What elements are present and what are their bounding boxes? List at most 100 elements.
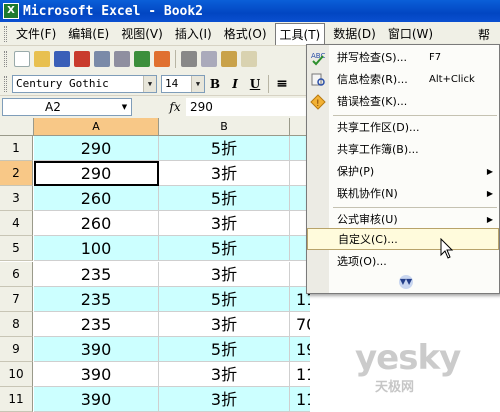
cell-b10[interactable]: 3折 — [159, 361, 290, 387]
watermark-logo: yesky — [355, 338, 461, 378]
menu-file[interactable]: 文件(F) — [12, 23, 60, 44]
chevron-down-icon[interactable]: ▼ — [191, 75, 204, 92]
menu-tools[interactable]: 工具(T) — [274, 22, 326, 45]
cell-b11[interactable]: 3折 — [159, 387, 290, 412]
chevron-double-down-icon[interactable]: ▼▼ — [399, 275, 413, 289]
row-header-3[interactable]: 3 — [0, 186, 33, 212]
menu-item-shared-workspace[interactable]: 共享工作区(D)... — [307, 117, 499, 139]
cell-a7[interactable]: 235 — [34, 286, 159, 312]
menu-item-options[interactable]: 选项(O)... — [307, 251, 499, 273]
menu-item-shortcut: Alt+Click — [429, 74, 475, 85]
menu-item-error-check[interactable]: ! 错误检查(K)... — [307, 91, 499, 113]
cell-c10[interactable]: 117 — [290, 362, 310, 387]
cell-a9[interactable]: 390 — [34, 336, 159, 362]
print-icon[interactable] — [94, 51, 110, 67]
row-header-4[interactable]: 4 — [0, 211, 33, 237]
column-header-b[interactable]: B — [159, 118, 290, 136]
menu-item-online-collaboration[interactable]: 联机协作(N) ▶ — [307, 183, 499, 205]
paste-icon[interactable] — [221, 51, 237, 67]
cell-b4[interactable]: 3折 — [159, 211, 290, 237]
toolbar-separator — [175, 50, 176, 68]
row-header-2[interactable]: 2 — [0, 161, 33, 187]
excel-icon: X — [3, 3, 19, 19]
format-painter-icon[interactable] — [241, 51, 257, 67]
chevron-down-icon[interactable]: ▼ — [118, 99, 131, 115]
menu-item-shortcut: F7 — [429, 52, 442, 63]
menu-separator — [333, 207, 497, 208]
underline-button[interactable]: U — [245, 75, 265, 93]
cell-a8[interactable]: 235 — [34, 311, 159, 337]
row-header-1[interactable]: 1 — [0, 136, 33, 162]
fx-icon[interactable]: fx — [164, 100, 186, 114]
menu-window[interactable]: 窗口(W) — [384, 23, 437, 44]
menu-format[interactable]: 格式(O) — [220, 23, 271, 44]
cell-a6[interactable]: 235 — [34, 261, 159, 287]
row-header-9[interactable]: 9 — [0, 336, 33, 362]
formula-input[interactable]: 290 — [186, 98, 310, 116]
cell-b8[interactable]: 3折 — [159, 311, 290, 337]
cell-b3[interactable]: 5折 — [159, 186, 290, 212]
menu-item-customize[interactable]: 自定义(C)... — [307, 228, 499, 250]
cell-a10[interactable]: 390 — [34, 361, 159, 387]
toolbar-grip[interactable] — [4, 75, 7, 92]
copy-icon[interactable] — [201, 51, 217, 67]
cell-b9[interactable]: 5折 — [159, 336, 290, 362]
cell-b7[interactable]: 5折 — [159, 286, 290, 312]
svg-text:ABC: ABC — [311, 52, 325, 60]
row-header-5[interactable]: 5 — [0, 236, 33, 262]
menu-item-share-workbook[interactable]: 共享工作簿(B)... — [307, 139, 499, 161]
watermark-subtext: 天极网 — [375, 380, 415, 395]
menu-item-label: 共享工作簿(B)... — [337, 143, 419, 156]
cut-icon[interactable] — [181, 51, 197, 67]
row-header-6[interactable]: 6 — [0, 261, 33, 287]
menu-item-spelling[interactable]: ABC 拼写检查(S)... F7 — [307, 47, 499, 69]
cell-c11[interactable]: 117 — [290, 387, 310, 412]
name-box[interactable]: A2 ▼ — [2, 98, 132, 116]
cell-a11[interactable]: 390 — [34, 387, 159, 412]
menu-item-protection[interactable]: 保护(P) ▶ — [307, 161, 499, 183]
column-header-a[interactable]: A — [34, 118, 159, 136]
menu-view[interactable]: 视图(V) — [117, 23, 167, 44]
menu-item-research[interactable]: 信息检索(R)... Alt+Click — [307, 69, 499, 91]
new-document-icon[interactable] — [14, 51, 30, 67]
chevron-down-icon[interactable]: ▼ — [143, 75, 156, 92]
permission-icon[interactable] — [74, 51, 90, 67]
bold-button[interactable]: B — [205, 75, 225, 93]
cell-c9[interactable]: 195 — [290, 336, 310, 362]
cell-a3[interactable]: 260 — [34, 186, 159, 212]
svg-text:!: ! — [316, 99, 320, 109]
cell-b1[interactable]: 5折 — [159, 136, 290, 162]
align-left-icon[interactable]: ≡ — [272, 75, 292, 93]
menu-item-label: 错误检查(K)... — [337, 95, 408, 108]
formatting-toolbar: Century Gothic ▼ 14 ▼ B I U ≡ — [0, 72, 310, 96]
menu-item-label: 选项(O)... — [337, 255, 387, 268]
italic-button[interactable]: I — [225, 75, 245, 93]
row-header-11[interactable]: 11 — [0, 387, 33, 412]
open-folder-icon[interactable] — [34, 51, 50, 67]
cell-a1[interactable]: 290 — [34, 136, 159, 162]
menu-insert[interactable]: 插入(I) — [171, 23, 216, 44]
row-header-7[interactable]: 7 — [0, 286, 33, 312]
cell-a5[interactable]: 100 — [34, 236, 159, 262]
cell-a2[interactable]: 290 — [34, 161, 159, 187]
font-name-value: Century Gothic — [16, 77, 109, 90]
spelling-icon[interactable] — [134, 51, 150, 67]
cell-b5[interactable]: 5折 — [159, 236, 290, 262]
print-preview-icon[interactable] — [114, 51, 130, 67]
cell-b6[interactable]: 3折 — [159, 261, 290, 287]
toolbar-grip[interactable] — [4, 51, 7, 67]
menu-data[interactable]: 数据(D) — [329, 23, 380, 44]
select-all-corner[interactable] — [0, 118, 34, 136]
menu-edit[interactable]: 编辑(E) — [64, 23, 113, 44]
font-name-combo[interactable]: Century Gothic ▼ — [12, 74, 157, 93]
row-header-10[interactable]: 10 — [0, 361, 33, 387]
cell-b2[interactable]: 3折 — [159, 161, 290, 187]
row-header-8[interactable]: 8 — [0, 311, 33, 337]
save-icon[interactable] — [54, 51, 70, 67]
font-size-combo[interactable]: 14 ▼ — [161, 74, 205, 93]
cell-c8[interactable]: 70.5 — [290, 312, 310, 337]
menu-item-label: 联机协作(N) — [337, 187, 398, 200]
research-icon[interactable] — [154, 51, 170, 67]
cell-a4[interactable]: 260 — [34, 211, 159, 237]
toolbar-grip[interactable] — [4, 25, 7, 42]
